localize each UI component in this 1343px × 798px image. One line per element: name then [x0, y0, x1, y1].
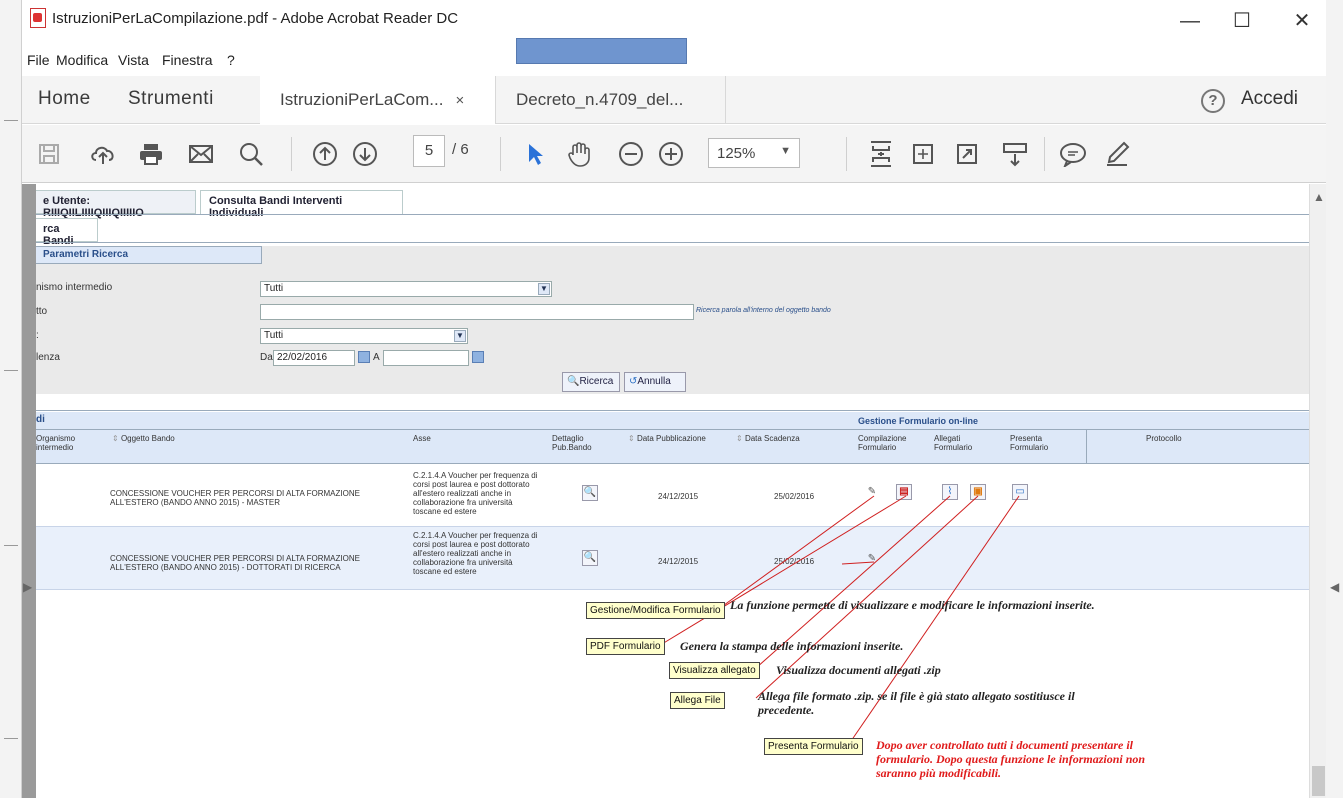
callout-allega-file: Allega File: [670, 692, 725, 709]
menu-file[interactable]: File: [27, 52, 50, 68]
minimize-button[interactable]: —: [1170, 10, 1210, 34]
comment-icon[interactable]: [1056, 137, 1090, 171]
menu-finestra[interactable]: Finestra: [162, 52, 213, 68]
next-page-icon[interactable]: [348, 137, 382, 171]
callout-visualizza-allegato: Visualizza allegato: [669, 662, 760, 679]
left-panel-toggle-icon[interactable]: ▶: [23, 580, 32, 594]
callout-gestione-formulario: Gestione/Modifica Formulario: [586, 602, 725, 619]
menu-vista[interactable]: Vista: [118, 52, 149, 68]
note-allega-file: Allega file formato .zip. se il file è g…: [758, 689, 1075, 717]
email-icon[interactable]: [184, 137, 218, 171]
note-visualizza-allegato: Visualizza documenti allegati .zip: [776, 663, 941, 677]
select-cursor-icon[interactable]: [518, 137, 552, 171]
callout-presenta-formulario: Presenta Formulario: [764, 738, 863, 755]
menu-help[interactable]: ?: [227, 52, 235, 68]
pdf-file-icon: [30, 8, 46, 28]
login-link[interactable]: Accedi: [1241, 88, 1298, 110]
maximize-button[interactable]: ☐: [1222, 10, 1262, 34]
note-presenta-formulario: Dopo aver controllato tutti i documenti …: [876, 738, 1146, 780]
tab-document-istruzioni[interactable]: IstruzioniPerLaCom... ×: [260, 76, 496, 124]
rotate-view-icon[interactable]: [906, 137, 940, 171]
note-gestione-formulario: La funzione permette di visualizzare e m…: [730, 598, 1095, 612]
menu-modifica[interactable]: Modifica: [56, 52, 108, 68]
background-window-strip-right: [1326, 0, 1343, 798]
pdf-page: e Utente: RIIIQIILIIIIQIIIQIIIIIO Consul…: [36, 184, 1309, 798]
save-icon[interactable]: [32, 137, 66, 171]
toolbar: [22, 125, 1326, 183]
right-panel-toggle-icon[interactable]: ◀: [1330, 580, 1339, 594]
zoom-select[interactable]: 125% ▼: [708, 138, 800, 168]
window-title: IstruzioniPerLaCompilazione.pdf - Adobe …: [52, 10, 459, 27]
nav-tools[interactable]: Strumenti: [128, 88, 214, 110]
upload-cloud-icon[interactable]: [86, 137, 120, 171]
chevron-down-icon: ▼: [780, 145, 791, 157]
scroll-up-icon[interactable]: ▲: [1313, 190, 1325, 204]
help-icon[interactable]: ?: [1201, 89, 1225, 113]
tab-bar: Home Strumenti IstruzioniPerLaCom... × De…: [22, 76, 1326, 124]
nav-home[interactable]: Home: [38, 88, 91, 110]
page-total: / 6: [452, 141, 469, 158]
tab-document-decreto[interactable]: Decreto_n.4709_del...: [496, 76, 726, 124]
vertical-scrollbar[interactable]: ▲: [1309, 184, 1326, 798]
background-window-strip: [0, 0, 22, 798]
scroll-mode-icon[interactable]: [998, 137, 1032, 171]
fit-page-icon[interactable]: [864, 137, 898, 171]
previous-page-icon[interactable]: [308, 137, 342, 171]
page-number-input[interactable]: 5: [413, 135, 445, 167]
tab-label: Decreto_n.4709_del...: [516, 90, 684, 109]
callout-pdf-formulario: PDF Formulario: [586, 638, 665, 655]
close-tab-icon[interactable]: ×: [455, 92, 464, 109]
close-window-button[interactable]: ✕: [1282, 10, 1322, 34]
scroll-thumb[interactable]: [1312, 766, 1325, 796]
zoom-out-icon[interactable]: [614, 137, 648, 171]
hand-tool-icon[interactable]: [562, 137, 596, 171]
fullscreen-icon[interactable]: [950, 137, 984, 171]
zoom-in-icon[interactable]: [654, 137, 688, 171]
zoom-value: 125%: [717, 145, 756, 162]
menu-bar: File Modifica Vista Finestra ?: [22, 48, 1326, 74]
print-icon[interactable]: [134, 137, 168, 171]
search-icon[interactable]: [234, 137, 268, 171]
note-pdf-formulario: Genera la stampa delle informazioni inse…: [680, 639, 904, 653]
tab-label: IstruzioniPerLaCom...: [280, 90, 444, 109]
highlight-pen-icon[interactable]: [1100, 137, 1134, 171]
